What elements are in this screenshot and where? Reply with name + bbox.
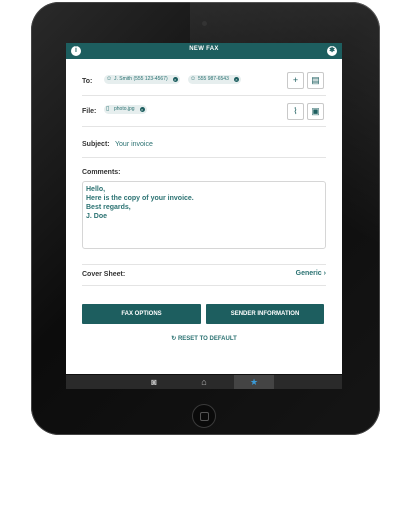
- camera-icon[interactable]: ◙: [134, 375, 174, 389]
- app-screen: i NEW FAX ✱ To: ☺ J. Smith (555 123-4567…: [66, 43, 342, 389]
- star-icon[interactable]: ★: [234, 375, 274, 389]
- fax-form: To: ☺ J. Smith (555 123-4567) × ☺ 555 98…: [66, 59, 342, 377]
- settings-icon[interactable]: ✱: [327, 46, 337, 56]
- file-chip[interactable]: ▯ photo.jpg ×: [104, 105, 147, 114]
- tab-bar: ◙ ⌂ ★: [66, 374, 342, 389]
- file-row: File: ▯ photo.jpg × ⌇ ▣: [82, 96, 326, 127]
- remove-recipient-icon[interactable]: ×: [172, 77, 178, 82]
- reset-label: RESET TO DEFAULT: [177, 336, 237, 342]
- reset-icon: ↻: [171, 336, 177, 342]
- comments-textarea[interactable]: Hello, Here is the copy of your invoice.…: [82, 181, 326, 249]
- subject-label: Subject:: [82, 141, 110, 148]
- nav-bar: i NEW FAX ✱: [66, 43, 342, 59]
- reset-to-default-link[interactable]: ↻ RESET TO DEFAULT: [66, 335, 342, 342]
- comment-line: Here is the copy of your invoice.: [86, 195, 194, 202]
- comments-label: Comments:: [82, 169, 121, 176]
- file-name: photo.jpg: [114, 106, 135, 112]
- plus-icon[interactable]: +: [287, 72, 304, 89]
- address-book-icon[interactable]: ▤: [307, 72, 324, 89]
- sender-information-button[interactable]: SENDER INFORMATION: [206, 304, 324, 324]
- file-label: File:: [82, 108, 97, 115]
- cover-sheet-row[interactable]: Cover Sheet: Generic ›: [82, 264, 326, 286]
- paperclip-icon[interactable]: ⌇: [287, 103, 304, 120]
- subject-input[interactable]: Your invoice: [115, 141, 153, 148]
- home-icon[interactable]: ⌂: [184, 375, 224, 389]
- cover-sheet-value: Generic ›: [296, 270, 326, 277]
- fax-options-button[interactable]: FAX OPTIONS: [82, 304, 201, 324]
- cover-sheet-text: Generic: [295, 270, 322, 277]
- home-button[interactable]: [192, 404, 216, 428]
- remove-file-icon[interactable]: ×: [139, 107, 145, 112]
- chevron-right-icon: ›: [323, 270, 326, 277]
- person-icon: ☺: [106, 76, 113, 82]
- comment-line: Hello,: [86, 186, 106, 193]
- remove-recipient-icon[interactable]: ×: [233, 77, 239, 82]
- cover-sheet-label: Cover Sheet:: [82, 271, 126, 278]
- recipient-chip[interactable]: ☺ 555 987-6543 ×: [188, 75, 241, 84]
- recipient-name: J. Smith (555 123-4567): [114, 76, 168, 82]
- to-label: To:: [82, 78, 93, 85]
- document-icon: ▯: [106, 106, 110, 112]
- home-button-square: [200, 412, 209, 421]
- comment-line: Best regards,: [86, 204, 131, 211]
- subject-row: Subject: Your invoice: [82, 127, 326, 158]
- image-icon[interactable]: ▣: [307, 103, 324, 120]
- front-camera: [202, 21, 207, 26]
- comment-line: J. Doe: [86, 213, 108, 220]
- page-title: NEW FAX: [189, 46, 219, 52]
- recipient-chip[interactable]: ☺ J. Smith (555 123-4567) ×: [104, 75, 180, 84]
- recipient-number: 555 987-6543: [198, 76, 229, 82]
- to-row: To: ☺ J. Smith (555 123-4567) × ☺ 555 98…: [82, 67, 326, 96]
- person-icon: ☺: [190, 76, 197, 82]
